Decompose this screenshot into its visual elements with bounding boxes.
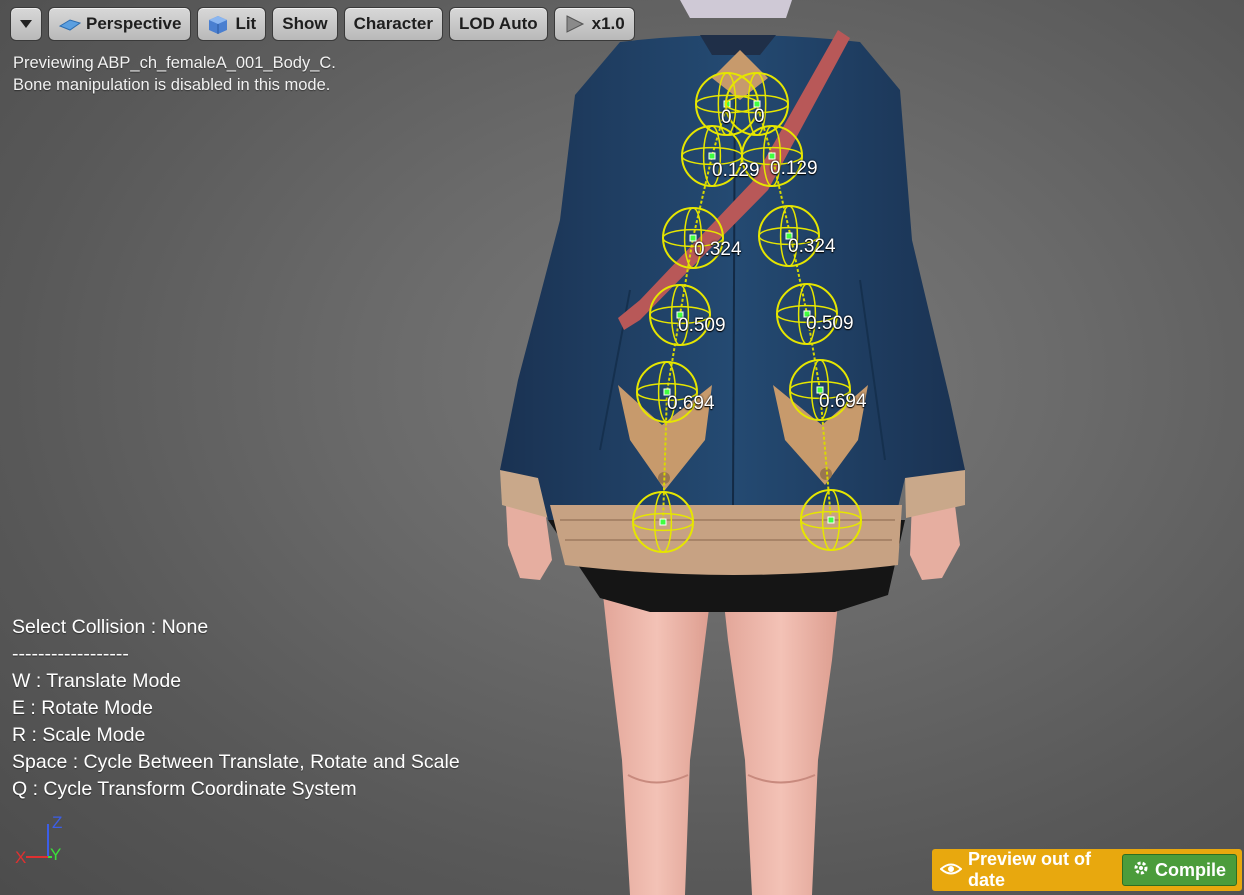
gear-icon	[1133, 860, 1149, 881]
preview-status-bar: Preview out of date Compile	[932, 849, 1242, 891]
bone-weight-label: 0.129	[712, 160, 760, 181]
perspective-label: Perspective	[86, 14, 182, 33]
show-button[interactable]: Show	[272, 7, 338, 41]
preview-message-line: Bone manipulation is disabled in this mo…	[13, 76, 331, 94]
lit-button[interactable]: Lit	[197, 7, 267, 41]
bone-weight-label: 0	[754, 106, 765, 127]
character-button[interactable]: Character	[343, 7, 443, 41]
lod-button[interactable]: LOD Auto	[448, 7, 548, 41]
bone-weight-label: 0.509	[678, 315, 726, 336]
bone-weight-label: 0	[721, 107, 732, 128]
preview-status-text: Preview out of date	[968, 849, 1092, 890]
show-label: Show	[282, 14, 328, 33]
help-rotate: E : Rotate Mode	[12, 697, 153, 719]
preview-status: Preview out of date	[939, 849, 1114, 891]
lod-label: LOD Auto	[458, 14, 538, 33]
viewport[interactable]: 0 0 0.129 0.129 0.324 0.324 0.509 0.509 …	[0, 0, 1244, 895]
compile-label: Compile	[1154, 859, 1226, 880]
character-label: Character	[353, 14, 433, 33]
bone-weight-label: 0.324	[694, 239, 742, 260]
bone-weight-label: 0.509	[806, 313, 854, 334]
help-divider: ------------------	[12, 643, 129, 665]
preview-message-line: Previewing ABP_ch_femaleA_001_Body_C.	[13, 54, 336, 72]
bone-weight-label: 0.129	[770, 158, 818, 179]
viewport-options-button[interactable]	[10, 7, 42, 41]
axis-y-label: Y	[50, 845, 62, 864]
lit-label: Lit	[235, 14, 257, 33]
perspective-button[interactable]: Perspective	[48, 7, 192, 41]
compile-button[interactable]: Compile	[1121, 854, 1237, 886]
eye-icon	[939, 860, 963, 881]
axis-x-label: X	[15, 848, 27, 867]
lit-cube-icon	[207, 14, 229, 34]
perspective-icon	[58, 14, 82, 34]
playback-speed-label: x1.0	[591, 14, 625, 33]
viewport-toolbar: Perspective Lit Show Character LOD Auto …	[10, 7, 635, 43]
help-scale: R : Scale Mode	[12, 724, 146, 746]
help-translate: W : Translate Mode	[12, 670, 182, 692]
preview-message: Previewing ABP_ch_femaleA_001_Body_C. Bo…	[13, 52, 336, 96]
select-collision-text: Select Collision : None	[12, 616, 209, 638]
axis-z-label: Z	[52, 813, 63, 832]
play-icon	[564, 14, 586, 34]
chevron-down-icon	[19, 14, 33, 34]
help-coordinate: Q : Cycle Transform Coordinate System	[12, 778, 357, 800]
bone-weight-label: 0.694	[819, 391, 867, 412]
axis-indicator: Z Y X	[12, 812, 72, 868]
bone-weight-label: 0.324	[788, 236, 836, 257]
playback-speed-button[interactable]: x1.0	[553, 7, 635, 41]
help-space: Space : Cycle Between Translate, Rotate …	[12, 751, 460, 773]
keyboard-help: Select Collision : None ----------------…	[12, 614, 460, 803]
bone-weight-label: 0.694	[667, 393, 715, 414]
